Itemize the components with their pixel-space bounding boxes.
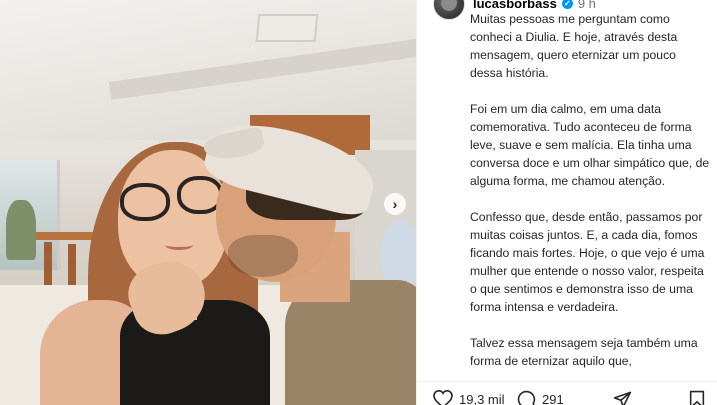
carousel-next-button[interactable]: › (384, 193, 406, 215)
post-caption: Muitas pessoas me perguntam como conheci… (470, 10, 710, 375)
photo-stool (44, 242, 52, 286)
avatar[interactable] (433, 0, 465, 20)
woman-glasses (120, 183, 170, 221)
username-link[interactable]: lucasborbass (473, 0, 557, 11)
like-button[interactable]: 19,3 mil (433, 390, 505, 405)
comment-button[interactable]: 291 (517, 390, 564, 405)
caption-paragraph: Foi em um dia calmo, em uma data comemor… (470, 102, 710, 188)
caption-paragraph: Confesso que, desde então, passamos por … (470, 210, 705, 314)
comment-count: 291 (542, 392, 564, 405)
post-header: lucasborbass ✓ 9 h (473, 0, 596, 11)
man-beard (228, 235, 298, 277)
woman-smile (165, 240, 193, 250)
post-actions-bar: 19,3 mil 291 (417, 381, 717, 405)
photo-plant (6, 200, 36, 260)
verified-icon: ✓ (561, 0, 573, 9)
chevron-right-icon: › (392, 196, 398, 212)
photo-ceiling-light (255, 14, 319, 42)
caption-paragraph: Talvez essa mensagem seja também uma for… (470, 336, 698, 368)
caption-paragraph: Muitas pessoas me perguntam como conheci… (470, 12, 678, 80)
post-time[interactable]: 9 h (578, 0, 596, 11)
bookmark-icon (689, 390, 705, 405)
heart-icon (433, 390, 453, 405)
post-side-panel: lucasborbass ✓ 9 h Muitas pessoas me per… (416, 0, 717, 405)
post-photo[interactable]: › (0, 0, 416, 405)
comment-icon (517, 390, 536, 405)
like-count: 19,3 mil (459, 391, 505, 405)
save-button[interactable] (689, 390, 705, 405)
share-icon (613, 391, 632, 405)
photo-stool (68, 244, 76, 286)
share-button[interactable] (613, 390, 632, 405)
